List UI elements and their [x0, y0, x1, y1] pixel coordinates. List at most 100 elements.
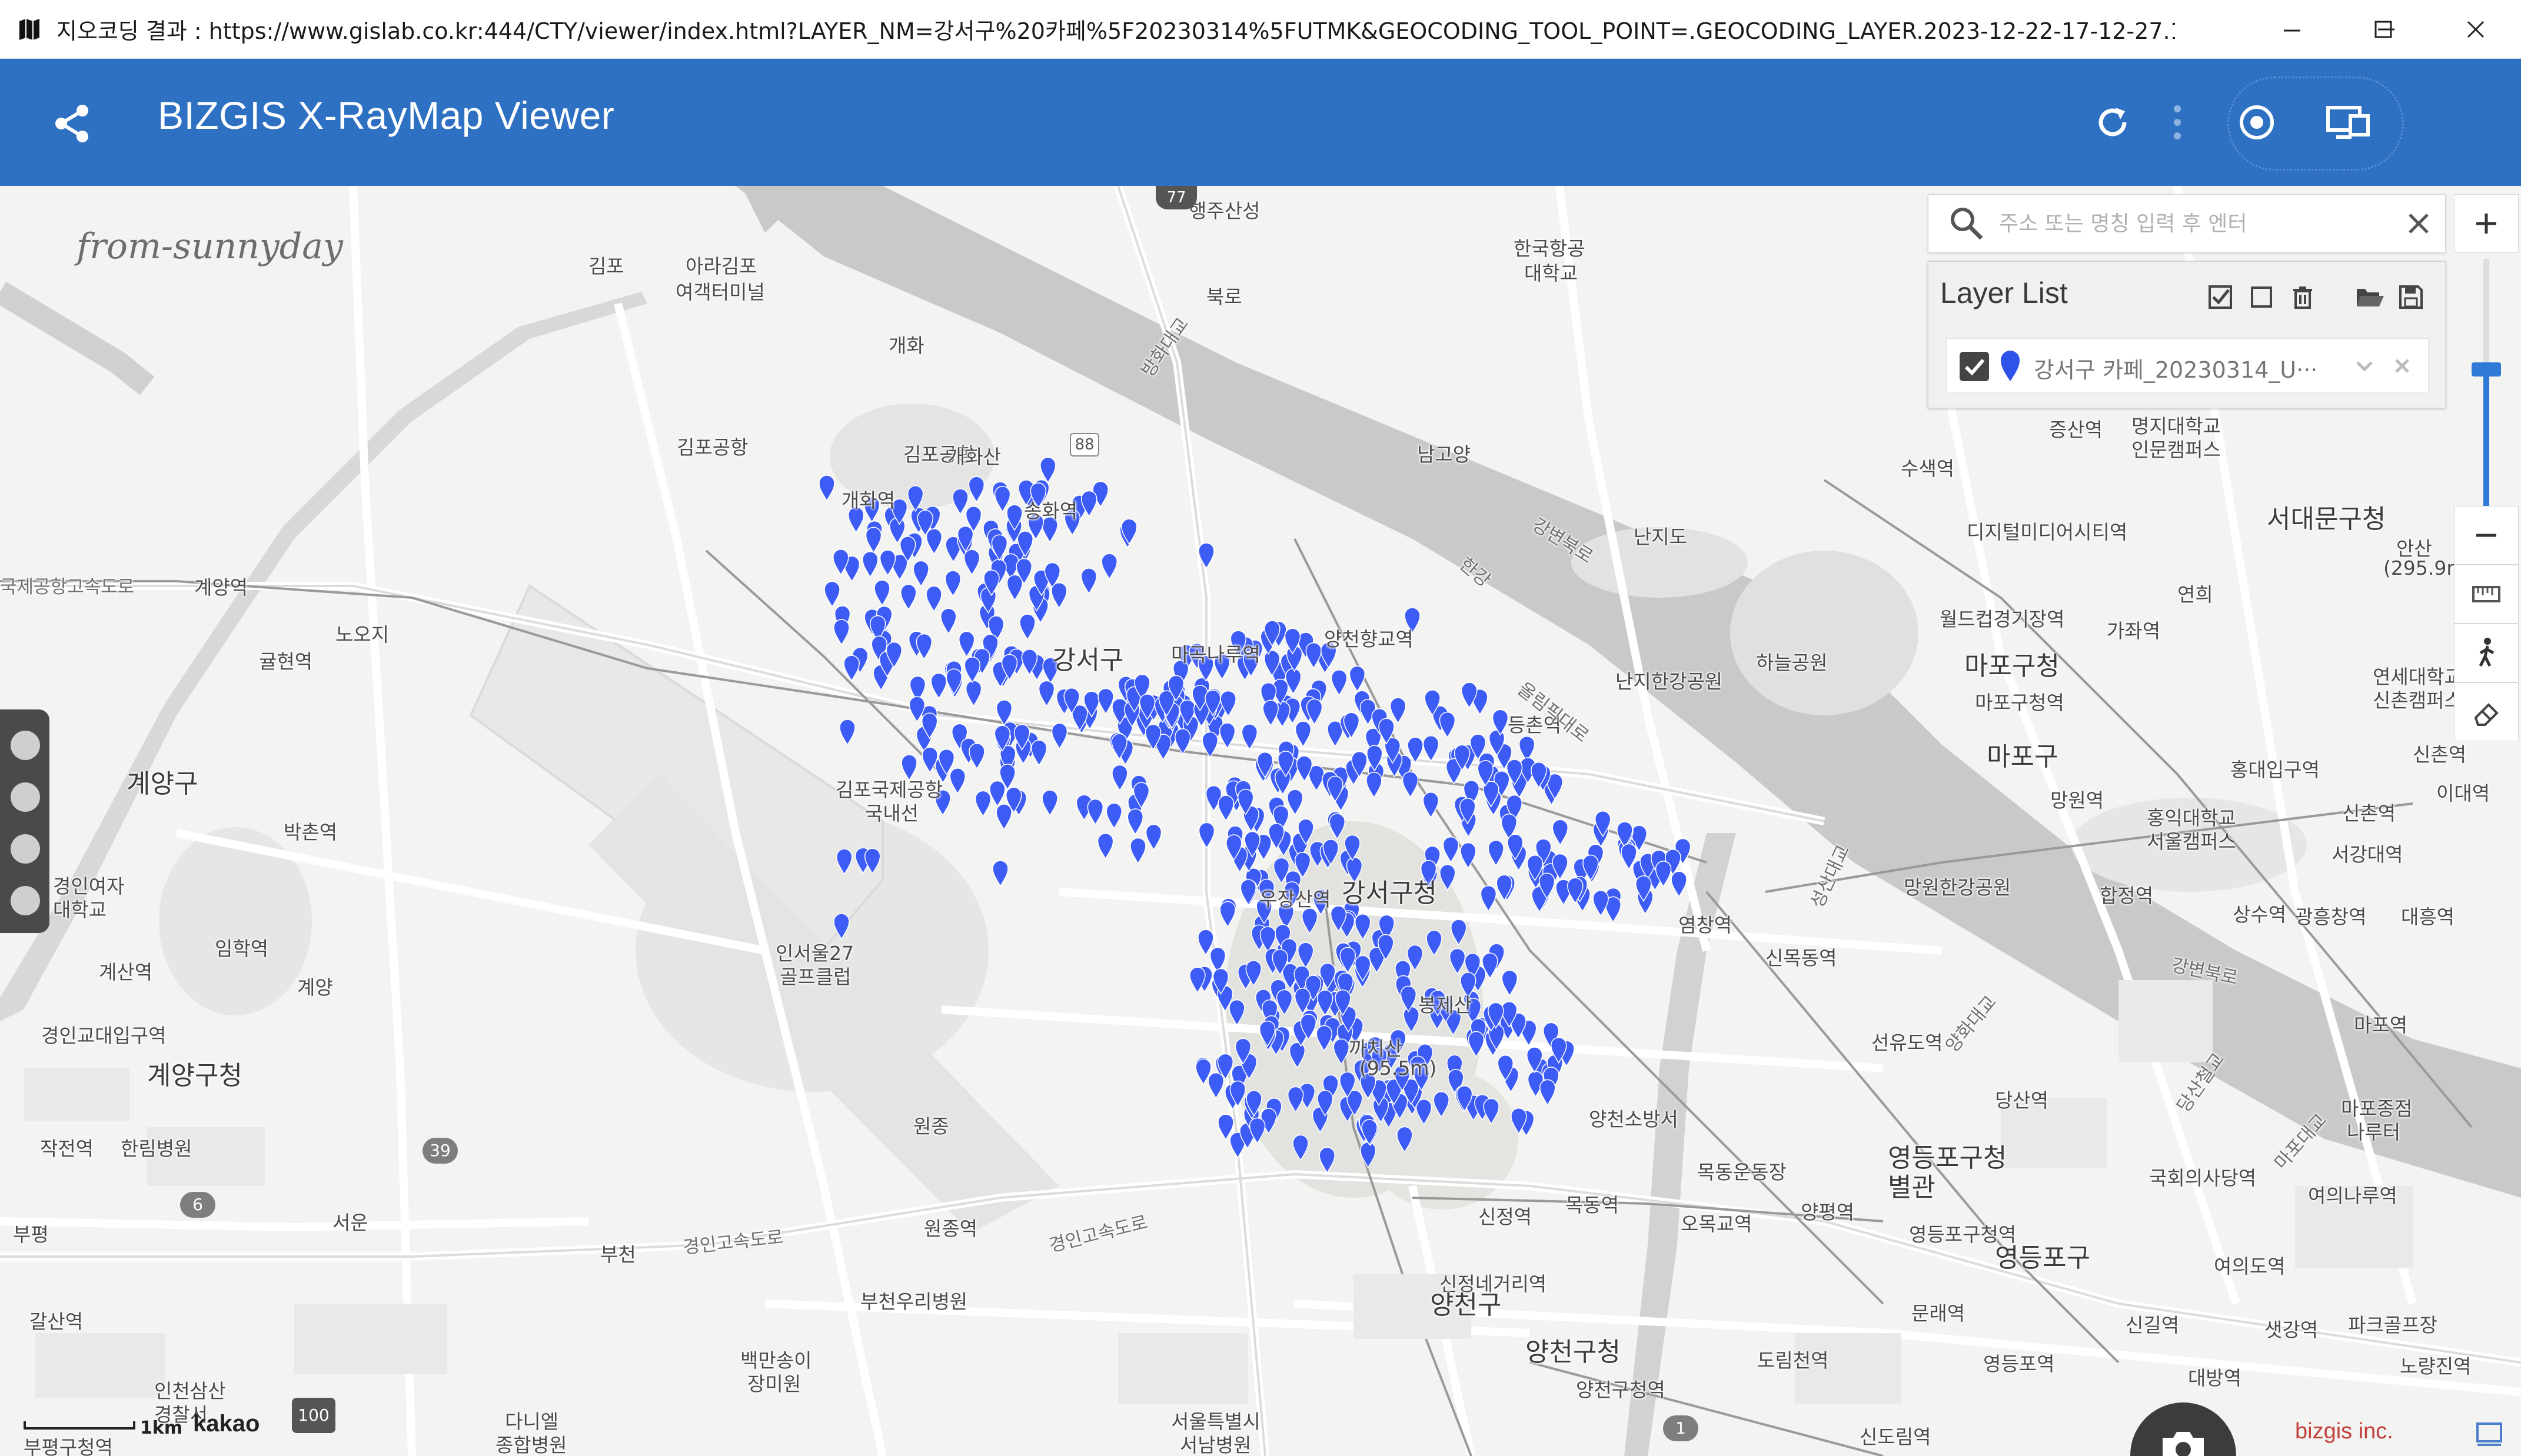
cafe-marker[interactable]	[1333, 1038, 1350, 1065]
cafe-marker[interactable]	[1339, 947, 1356, 974]
side-tool-1[interactable]	[11, 731, 40, 760]
open-folder-button[interactable]	[2352, 279, 2387, 315]
cafe-marker[interactable]	[1292, 1134, 1309, 1161]
street-view-button[interactable]	[2454, 624, 2519, 682]
cafe-marker[interactable]	[1289, 1042, 1306, 1069]
cafe-marker[interactable]	[1040, 457, 1056, 484]
cafe-marker[interactable]	[1592, 890, 1609, 917]
cafe-marker[interactable]	[1354, 914, 1371, 941]
cafe-marker[interactable]	[1403, 1006, 1419, 1033]
chevron-down-icon[interactable]	[2353, 354, 2376, 378]
cafe-marker[interactable]	[1426, 929, 1442, 957]
cafe-marker[interactable]	[968, 476, 985, 503]
screen-button[interactable]	[2319, 93, 2377, 152]
cafe-marker[interactable]	[1439, 711, 1456, 739]
cafe-marker[interactable]	[1051, 582, 1067, 609]
cafe-marker[interactable]	[1316, 989, 1333, 1017]
more-menu-button[interactable]	[2154, 93, 2201, 152]
remove-layer-icon[interactable]	[2392, 355, 2413, 377]
share-button[interactable]	[49, 100, 97, 147]
cafe-marker[interactable]	[1112, 764, 1128, 791]
cafe-marker[interactable]	[926, 528, 943, 555]
uncheck-all-button[interactable]	[2244, 279, 2279, 315]
cafe-marker[interactable]	[843, 655, 860, 682]
cafe-marker[interactable]	[1297, 942, 1314, 969]
cafe-marker[interactable]	[833, 619, 850, 646]
cafe-marker[interactable]	[1198, 542, 1215, 569]
cafe-marker[interactable]	[862, 551, 879, 578]
side-tool-4[interactable]	[11, 886, 40, 915]
cafe-marker[interactable]	[1262, 699, 1279, 727]
cafe-marker[interactable]	[1240, 879, 1257, 906]
cafe-marker[interactable]	[1366, 771, 1382, 799]
cafe-marker[interactable]	[1087, 798, 1104, 825]
map-view[interactable]: from-sunnyday 김포공항 김포공항 개화산 개화 행주산성 한국항공…	[0, 186, 2521, 1456]
cafe-marker[interactable]	[992, 860, 1009, 887]
fullscreen-icon[interactable]	[2472, 1415, 2507, 1451]
cafe-marker[interactable]	[1051, 722, 1068, 749]
cafe-marker[interactable]	[952, 488, 969, 515]
cafe-marker[interactable]	[1038, 680, 1055, 707]
search-icon[interactable]	[1946, 203, 1987, 244]
cafe-marker[interactable]	[1671, 871, 1687, 898]
cafe-marker[interactable]	[930, 672, 947, 699]
cafe-marker[interactable]	[989, 780, 1006, 807]
cafe-marker[interactable]	[874, 579, 890, 607]
cafe-marker[interactable]	[1219, 901, 1236, 928]
cafe-marker[interactable]	[969, 742, 985, 770]
cafe-marker[interactable]	[926, 585, 942, 612]
cafe-marker[interactable]	[1329, 813, 1346, 840]
check-all-button[interactable]	[2203, 279, 2238, 315]
cafe-marker[interactable]	[879, 549, 896, 577]
side-tool-3[interactable]	[11, 834, 40, 864]
side-tool-2[interactable]	[11, 782, 40, 812]
minimize-control[interactable]	[2248, 0, 2336, 59]
cafe-marker[interactable]	[944, 570, 962, 597]
cafe-marker[interactable]	[1450, 919, 1467, 946]
cafe-marker[interactable]	[1319, 1147, 1335, 1174]
cafe-marker[interactable]	[1218, 795, 1235, 822]
cafe-marker[interactable]	[963, 549, 980, 576]
cafe-marker[interactable]	[1433, 1091, 1449, 1118]
cafe-marker[interactable]	[1501, 969, 1518, 997]
cafe-marker[interactable]	[1208, 1072, 1225, 1100]
cafe-marker[interactable]	[824, 581, 840, 608]
zoom-out-button[interactable]	[2454, 506, 2519, 565]
cafe-marker[interactable]	[1449, 948, 1466, 975]
cafe-marker[interactable]	[1080, 568, 1097, 595]
cafe-marker[interactable]	[1488, 839, 1504, 867]
layer-row[interactable]: 강서구 카페_20230314_U···	[1946, 338, 2429, 392]
cafe-marker[interactable]	[900, 584, 917, 611]
cafe-marker[interactable]	[1442, 836, 1459, 864]
cafe-marker[interactable]	[1422, 791, 1439, 819]
cafe-marker[interactable]	[1175, 728, 1191, 755]
cafe-marker[interactable]	[1539, 1079, 1556, 1106]
locate-button[interactable]	[2227, 93, 2286, 152]
cafe-marker[interactable]	[1042, 789, 1058, 817]
cafe-marker[interactable]	[1287, 1086, 1304, 1113]
cafe-marker[interactable]	[865, 527, 882, 554]
cafe-marker[interactable]	[1295, 721, 1312, 748]
cafe-marker[interactable]	[1127, 808, 1144, 835]
refresh-button[interactable]	[2083, 93, 2142, 152]
cafe-marker[interactable]	[1415, 1098, 1432, 1125]
maximize-control[interactable]	[2339, 0, 2427, 59]
cafe-marker[interactable]	[940, 608, 957, 635]
cafe-marker[interactable]	[1301, 908, 1318, 935]
cafe-marker[interactable]	[1389, 697, 1406, 724]
cafe-marker[interactable]	[1316, 1025, 1333, 1052]
cafe-marker[interactable]	[1360, 1141, 1376, 1169]
zoom-slider-track[interactable]	[2472, 259, 2501, 506]
clear-search-icon[interactable]	[2404, 209, 2433, 238]
cafe-marker[interactable]	[1468, 1031, 1485, 1058]
cafe-marker[interactable]	[1030, 739, 1047, 767]
cafe-marker[interactable]	[1198, 822, 1215, 849]
cafe-marker[interactable]	[1460, 842, 1476, 869]
cafe-marker[interactable]	[949, 768, 966, 795]
cafe-marker[interactable]	[922, 747, 938, 774]
cafe-marker[interactable]	[907, 485, 924, 512]
measure-button[interactable]	[2454, 565, 2519, 624]
cafe-marker[interactable]	[1097, 832, 1114, 859]
cafe-marker[interactable]	[819, 475, 835, 502]
cafe-marker[interactable]	[1106, 802, 1122, 829]
